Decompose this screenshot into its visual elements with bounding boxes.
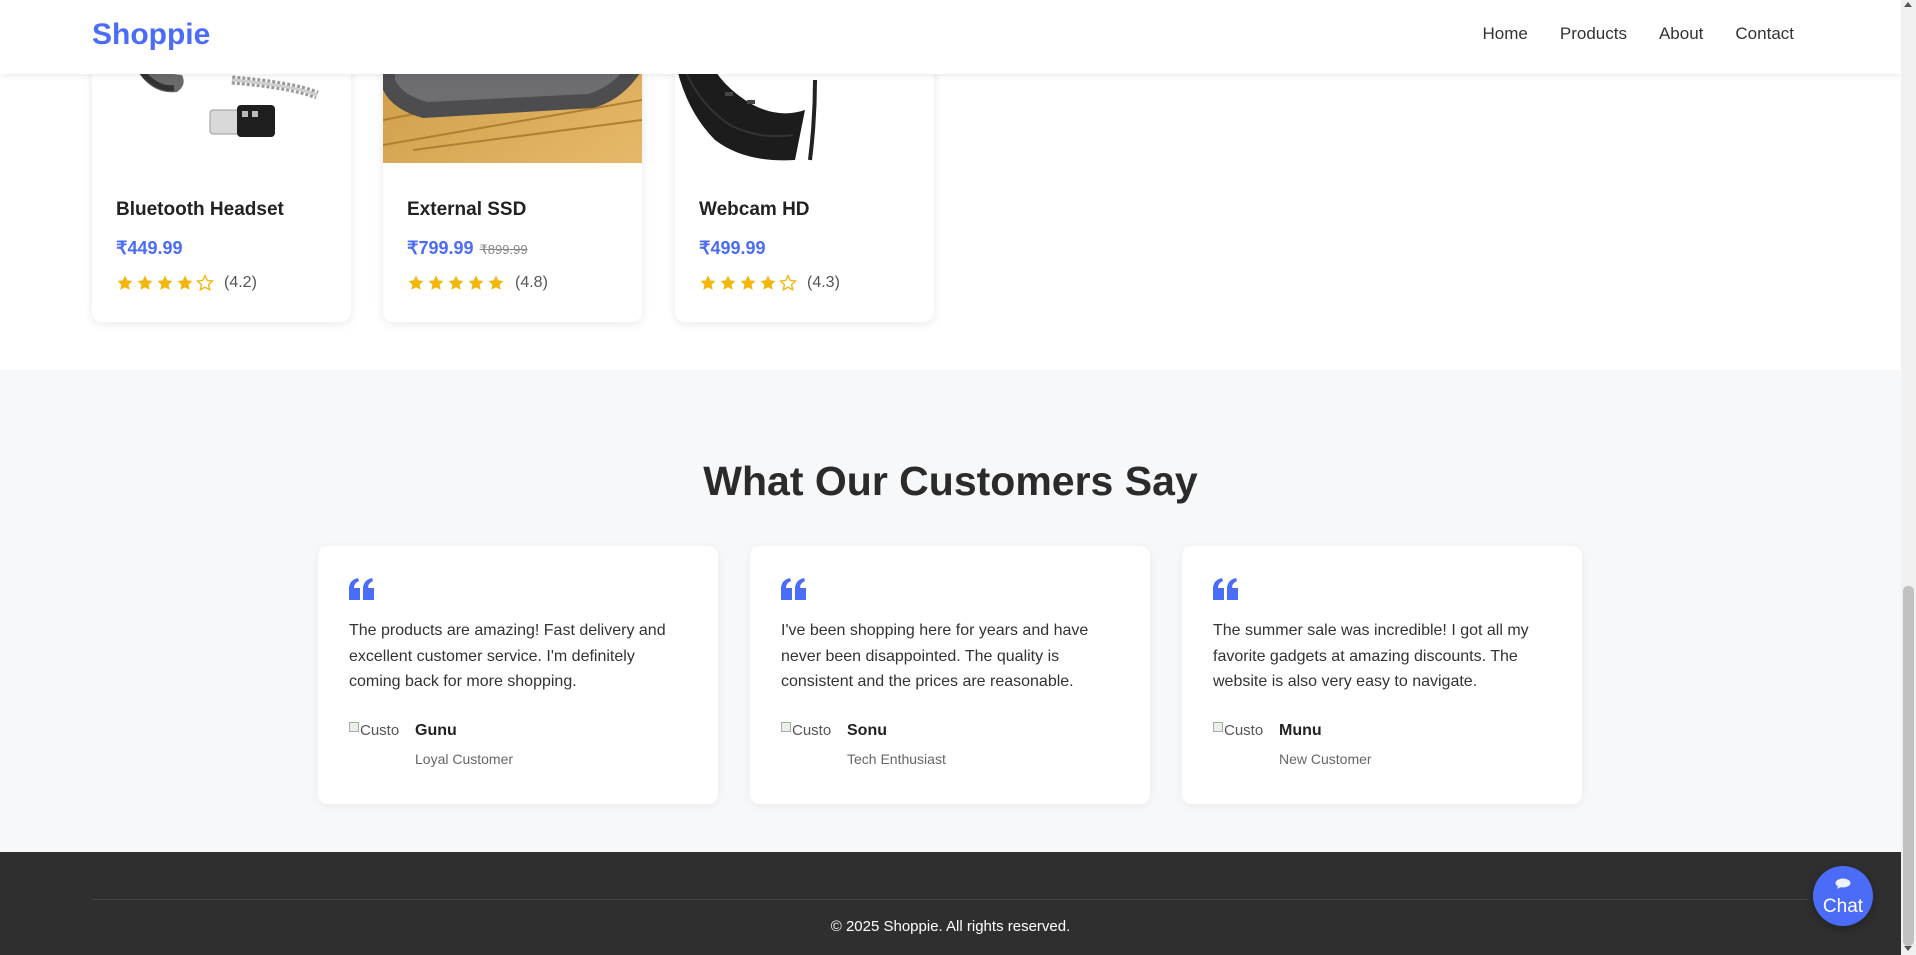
testimonial-text: I've been shopping here for years and ha…	[781, 622, 1089, 690]
avatar: Customer	[781, 722, 831, 758]
avatar-alt: Customer	[792, 722, 831, 739]
site-footer: © 2025 Shoppie. All rights reserved.	[0, 852, 1901, 955]
nav-home[interactable]: Home	[1483, 24, 1528, 44]
star-icon	[177, 275, 193, 290]
avatar-alt: Customer	[360, 722, 399, 739]
customer-role: Loyal Customer	[415, 751, 514, 767]
nav-products[interactable]: Products	[1560, 24, 1627, 44]
nav-about[interactable]: About	[1659, 24, 1703, 44]
star-outline-icon	[779, 274, 797, 292]
testimonial-card: I've been shopping here for years and ha…	[750, 546, 1150, 804]
chat-label: Chat	[1822, 896, 1864, 917]
chat-button[interactable]: Chat	[1813, 866, 1873, 926]
star-icon	[468, 275, 484, 290]
product-price: ₹449.99	[116, 238, 183, 259]
chat-bubble-icon	[1835, 878, 1851, 889]
quote-icon	[781, 578, 806, 600]
star-icon	[700, 275, 716, 290]
star-icon	[488, 275, 504, 290]
testimonial-card: The products are amazing! Fast delivery …	[318, 546, 718, 804]
product-rating: (4.2)	[116, 274, 257, 292]
site-header: Shoppie Home Products About Contact	[0, 0, 1901, 74]
star-icon	[428, 275, 444, 290]
star-icon	[137, 275, 153, 290]
footer-divider	[92, 899, 1808, 900]
avatar: Customer	[349, 722, 399, 758]
rating-value: (4.3)	[807, 274, 840, 291]
star-icon	[720, 275, 736, 290]
current-price: ₹499.99	[699, 238, 766, 258]
customer-name: Gunu	[415, 722, 457, 739]
scroll-up-arrow-icon[interactable]	[1904, 2, 1912, 7]
copyright: © 2025 Shoppie. All rights reserved.	[830, 918, 1071, 935]
rating-value: (4.2)	[224, 274, 257, 291]
testimonial-text: The products are amazing! Fast delivery …	[349, 622, 666, 690]
page-scrollbar[interactable]	[1901, 0, 1916, 955]
product-rating: (4.8)	[407, 274, 548, 292]
quote-icon	[349, 578, 374, 600]
product-price: ₹799.99 ₹899.99	[407, 238, 528, 259]
product-name[interactable]: Webcam HD	[699, 199, 810, 221]
star-icon	[117, 275, 133, 290]
avatar: Customer	[1213, 722, 1263, 758]
star-icon	[408, 275, 424, 290]
testimonial-card: The summer sale was incredible! I got al…	[1182, 546, 1582, 804]
testimonial-text: The summer sale was incredible! I got al…	[1213, 622, 1529, 690]
product-rating: (4.3)	[699, 274, 840, 292]
star-icon	[448, 275, 464, 290]
product-name[interactable]: Bluetooth Headset	[116, 199, 284, 221]
current-price: ₹799.99	[407, 238, 474, 258]
customer-role: New Customer	[1279, 751, 1372, 767]
product-name[interactable]: External SSD	[407, 199, 526, 221]
scroll-down-arrow-icon[interactable]	[1904, 946, 1912, 951]
quote-icon	[1213, 578, 1238, 600]
section-title: What Our Customers Say	[703, 458, 1198, 504]
main-nav: Home Products About Contact	[1483, 24, 1794, 44]
rating-value: (4.8)	[515, 274, 548, 291]
star-outline-icon	[196, 274, 214, 292]
star-icon	[157, 275, 173, 290]
scroll-thumb[interactable]	[1903, 586, 1914, 946]
customer-name: Munu	[1279, 722, 1322, 739]
star-icon	[760, 275, 776, 290]
nav-contact[interactable]: Contact	[1735, 24, 1794, 44]
product-price: ₹499.99	[699, 238, 766, 259]
current-price: ₹449.99	[116, 238, 183, 258]
testimonials-section: What Our Customers Say The products are …	[0, 370, 1901, 852]
customer-name: Sonu	[847, 722, 887, 739]
page-viewport: Bluetooth Headset ₹449.99 (4.2) External…	[0, 0, 1901, 955]
avatar-alt: Customer	[1224, 722, 1263, 739]
customer-role: Tech Enthusiast	[847, 751, 946, 767]
star-icon	[740, 275, 756, 290]
old-price: ₹899.99	[479, 242, 528, 257]
logo[interactable]: Shoppie	[92, 18, 210, 52]
